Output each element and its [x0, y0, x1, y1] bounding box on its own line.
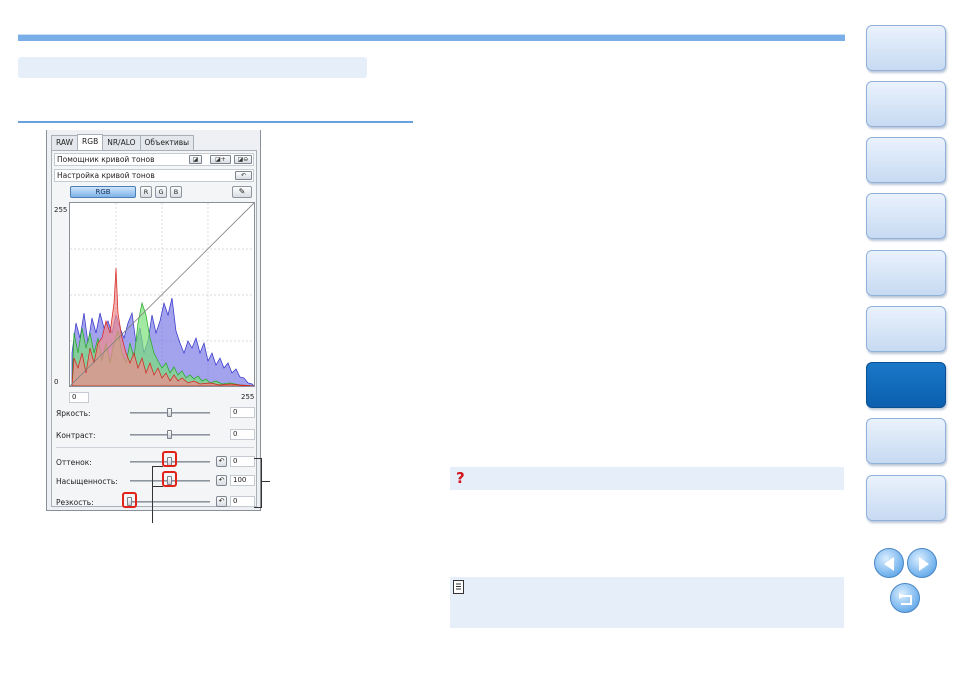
- callout-bracket-pointer: [261, 481, 270, 482]
- side-nav-6[interactable]: [866, 306, 946, 352]
- channel-r-button[interactable]: R: [140, 186, 152, 198]
- tone-curve-adjust-label: Настройка кривой тонов: [57, 171, 155, 180]
- graph-axis-bottom-max: 255: [241, 393, 255, 401]
- return-arrow-icon: [899, 593, 912, 605]
- faq-band: ?: [450, 467, 844, 490]
- tab-raw[interactable]: RAW: [51, 135, 79, 150]
- rgb-tab-content: Помощник кривой тонов ◪ ◪+ ◪⊖ Настройка …: [51, 150, 257, 507]
- saturation-label: Насыщенность:: [56, 477, 118, 486]
- eyedropper-icon: ✎: [238, 187, 246, 196]
- brightness-value[interactable]: 0: [230, 407, 255, 418]
- hue-thumb-highlight: [162, 451, 177, 467]
- sharpness-track[interactable]: [130, 501, 210, 503]
- channel-g-button[interactable]: G: [155, 186, 167, 198]
- callout-bracket-top: [254, 458, 262, 459]
- note-box: [450, 577, 844, 628]
- brightness-label: Яркость:: [56, 409, 91, 418]
- histogram-svg: [69, 202, 255, 387]
- section-title-band: [18, 57, 367, 78]
- tone-curve-graph[interactable]: [69, 202, 255, 387]
- callout-bracket-values: [261, 458, 262, 508]
- side-nav-4[interactable]: [866, 193, 946, 239]
- hue-value[interactable]: 0: [230, 456, 255, 467]
- sharpness-value[interactable]: 0: [230, 496, 255, 507]
- next-arrow-icon: [919, 557, 929, 571]
- callout-line-vertical: [152, 466, 153, 523]
- side-nav-7-active[interactable]: [866, 362, 946, 408]
- contrast-label: Контраст:: [56, 431, 96, 440]
- tab-rgb[interactable]: RGB: [77, 134, 104, 150]
- next-page-button[interactable]: [907, 548, 937, 578]
- tool-palette: RAW RGB NR/ALO Объективы Помощник кривой…: [46, 130, 261, 511]
- tab-lens[interactable]: Объективы: [139, 135, 195, 150]
- tone-curve-assist-row: Помощник кривой тонов ◪ ◪+ ◪⊖: [54, 153, 254, 166]
- reset-curve-button[interactable]: ↶: [235, 171, 252, 180]
- graph-axis-left-zero: 0: [54, 378, 59, 386]
- tone-curve-adjust-row: Настройка кривой тонов ↶: [54, 169, 254, 182]
- hue-label: Оттенок:: [56, 458, 92, 467]
- sharpness-reset-button[interactable]: ↶: [216, 496, 227, 507]
- contrast-thumb[interactable]: [167, 430, 172, 439]
- sharpness-thumb-highlight: [122, 492, 137, 508]
- subsection-rule: [18, 121, 413, 123]
- brightness-thumb[interactable]: [167, 408, 172, 417]
- load-curve-button[interactable]: ◪⊖: [234, 155, 252, 164]
- eyedropper-button[interactable]: ✎: [232, 186, 252, 198]
- add-curve-button[interactable]: ◪+: [210, 155, 231, 164]
- note-icon-lines: [456, 583, 461, 590]
- graph-axis-top-label: 255: [54, 206, 68, 214]
- tab-nr-alo[interactable]: NR/ALO: [102, 135, 141, 150]
- saturation-reset-button[interactable]: ↶: [216, 475, 227, 486]
- channel-rgb-button[interactable]: RGB: [70, 186, 136, 198]
- contrast-value[interactable]: 0: [230, 429, 255, 440]
- hue-reset-button[interactable]: ↶: [216, 456, 227, 467]
- side-nav-1[interactable]: [866, 25, 946, 71]
- callout-bracket-bottom: [254, 507, 262, 508]
- side-nav-5[interactable]: [866, 250, 946, 296]
- auto-curve-button[interactable]: ◪: [189, 155, 202, 164]
- callout-line-sat: [152, 486, 163, 487]
- tone-curve-assist-label: Помощник кривой тонов: [57, 155, 155, 164]
- saturation-thumb-highlight: [162, 471, 177, 487]
- divider: [56, 447, 254, 448]
- side-nav-9[interactable]: [866, 475, 946, 521]
- return-button[interactable]: [890, 583, 920, 613]
- prev-page-button[interactable]: [874, 548, 904, 578]
- side-nav-3[interactable]: [866, 137, 946, 183]
- header-rule: [18, 34, 845, 41]
- channel-b-button[interactable]: B: [170, 186, 182, 198]
- side-nav-8[interactable]: [866, 418, 946, 464]
- note-icon: [453, 580, 464, 594]
- prev-arrow-icon: [884, 557, 894, 571]
- sharpness-label: Резкость:: [56, 498, 94, 507]
- question-icon: ?: [456, 469, 465, 487]
- curve-input-value[interactable]: 0: [69, 392, 89, 403]
- palette-tabs: RAW RGB NR/ALO Объективы: [51, 134, 195, 150]
- callout-line-hue: [152, 466, 163, 467]
- side-nav-2[interactable]: [866, 81, 946, 127]
- saturation-value[interactable]: 100: [230, 475, 255, 486]
